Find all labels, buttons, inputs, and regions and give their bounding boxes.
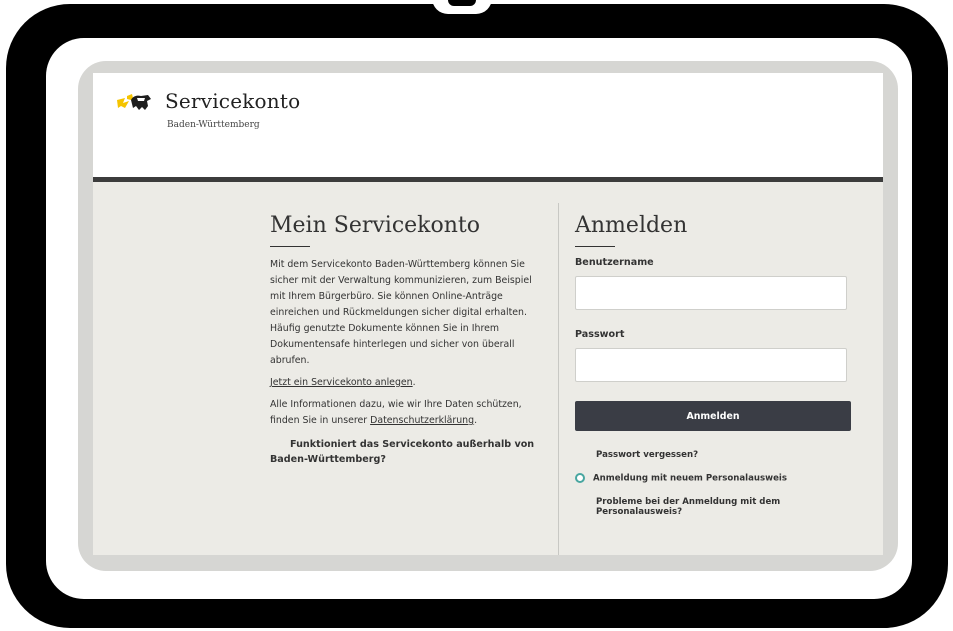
eid-login-label: Anmeldung mit neuem Personalausweis	[593, 473, 787, 484]
forgot-password-link[interactable]: Passwort vergessen?	[575, 450, 851, 460]
login-page: Servicekonto Baden-Württemberg Mein Serv…	[93, 73, 883, 555]
faq-line-1: Funktioniert das Servicekonto außerhalb …	[290, 439, 535, 450]
password-input[interactable]	[575, 348, 847, 382]
create-account-link[interactable]: Jetzt ein Servicekonto anlegen	[270, 377, 413, 388]
eid-login-link[interactable]: Anmeldung mit neuem Personalausweis	[575, 473, 851, 484]
eid-problems-link[interactable]: Probleme bei der Anmeldung mit dem Perso…	[575, 497, 851, 517]
info-column: Mein Servicekonto Mit dem Servicekonto B…	[270, 213, 540, 467]
lion-state-logo-icon[interactable]	[115, 92, 155, 116]
info-title: Mein Servicekonto	[270, 213, 480, 238]
device-notch-inner	[448, 0, 476, 6]
username-label: Benutzername	[575, 257, 654, 268]
username-input[interactable]	[575, 276, 847, 310]
password-label: Passwort	[575, 329, 625, 340]
login-button[interactable]: Anmelden	[575, 401, 851, 431]
login-column: Anmelden Benutzername Passwort Anmelden …	[575, 213, 851, 517]
create-account-suffix: .	[412, 377, 416, 388]
brand-name: Servicekonto	[165, 89, 301, 113]
site-header: Servicekonto Baden-Württemberg	[93, 73, 883, 177]
faq-line-2: Baden-Württemberg?	[270, 454, 386, 465]
privacy-link[interactable]: Datenschutzerklärung	[370, 415, 474, 426]
privacy-paragraph: Alle Informationen dazu, wie wir Ihre Da…	[270, 397, 540, 429]
faq-outside-bw-link[interactable]: Funktioniert das Servicekonto außerhalb …	[270, 437, 540, 467]
id-card-circle-icon	[575, 473, 585, 483]
info-description: Mit dem Servicekonto Baden-Württemberg k…	[270, 259, 532, 366]
header-bar	[93, 177, 883, 182]
title-underline	[270, 246, 310, 247]
column-divider	[558, 203, 559, 555]
login-title-underline	[575, 246, 615, 247]
privacy-suffix: .	[474, 415, 478, 426]
create-account-row: Jetzt ein Servicekonto anlegen.	[270, 375, 540, 391]
brand-subtitle: Baden-Württemberg	[167, 120, 260, 130]
login-title: Anmelden	[575, 213, 688, 238]
